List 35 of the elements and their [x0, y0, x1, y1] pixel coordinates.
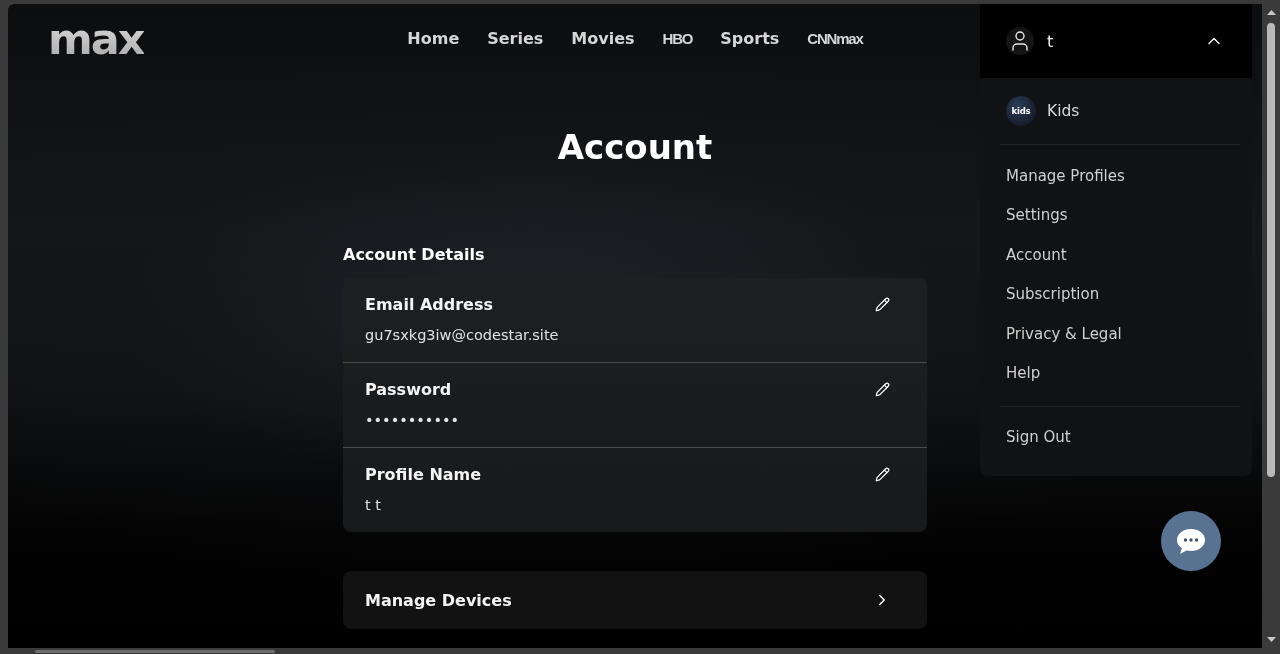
field-label: Email Address: [365, 294, 494, 316]
field-value: gu7sxkg3iw@codestar.site: [365, 326, 559, 345]
section-title: Account Details: [343, 244, 486, 266]
nav-link[interactable]: Series: [487, 28, 544, 50]
menu-item[interactable]: Account: [980, 235, 1252, 275]
horizontal-scrollbar-thumb[interactable]: [35, 649, 275, 653]
field-label: Profile Name: [365, 464, 482, 486]
menu-item[interactable]: Help: [980, 353, 1252, 393]
scroll-down-arrow-icon[interactable]: [1266, 637, 1276, 642]
chat-bubble-icon: [1176, 527, 1206, 555]
menu-item[interactable]: Subscription: [980, 274, 1252, 314]
field-value: •••••••••••: [365, 411, 460, 430]
field-label: Password: [365, 379, 453, 401]
pencil-icon[interactable]: [875, 382, 890, 397]
pencil-icon[interactable]: [875, 297, 890, 312]
nav-logo-link[interactable]: CNNmax: [807, 28, 863, 50]
scrollbar-thumb[interactable]: [1267, 23, 1275, 477]
nav-link[interactable]: Sports: [720, 28, 780, 50]
kids-avatar: kids: [1006, 96, 1036, 126]
pencil-icon[interactable]: [875, 467, 890, 482]
chat-button[interactable]: [1161, 511, 1221, 571]
sign-out-item[interactable]: Sign Out: [980, 417, 1252, 457]
menu-item[interactable]: Settings: [980, 195, 1252, 235]
manage-devices-link[interactable]: Manage Devices: [343, 571, 927, 629]
menu-item[interactable]: Privacy & Legal: [980, 314, 1252, 354]
profile-item[interactable]: kids Kids: [980, 78, 1252, 144]
nav-link[interactable]: Movies: [571, 28, 635, 50]
scroll-up-arrow-icon[interactable]: [1266, 10, 1276, 15]
profile-button[interactable]: t: [980, 4, 1252, 78]
page-title: Account: [557, 126, 713, 169]
nav-link[interactable]: Home: [407, 28, 460, 50]
menu-item[interactable]: Manage Profiles: [980, 156, 1252, 196]
field-value: t t: [365, 496, 382, 515]
nav-logo-link[interactable]: HBO: [662, 28, 693, 50]
user-icon: [1006, 27, 1034, 55]
